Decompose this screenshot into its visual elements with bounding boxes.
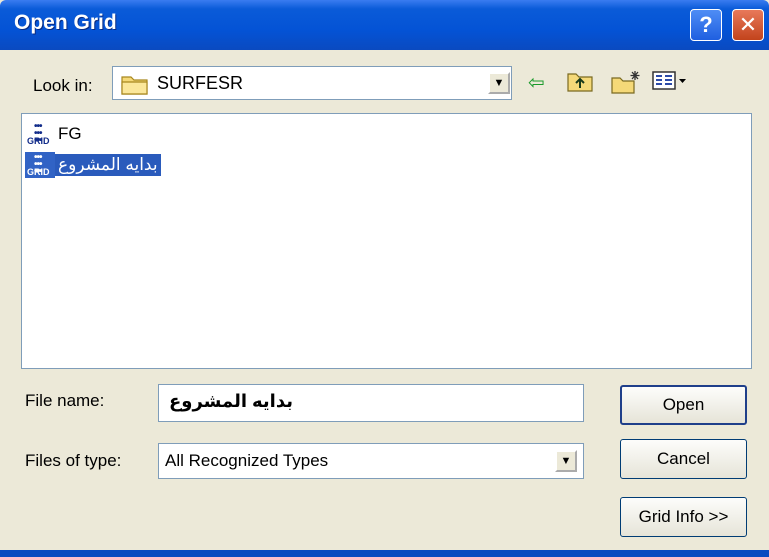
file-type-value: All Recognized Types — [165, 451, 329, 470]
file-name-input[interactable]: بدايه المشروع — [158, 384, 584, 422]
file-name-field-label: File name: — [25, 391, 105, 410]
new-folder-icon[interactable] — [611, 70, 641, 100]
up-folder-icon[interactable] — [567, 70, 593, 98]
dialog-title: Open Grid — [14, 11, 117, 34]
folder-icon — [121, 73, 149, 100]
file-name-label: بدايه المشروع — [55, 154, 161, 176]
file-item-selected[interactable]: ••• ••• ••• GRID بدايه المشروع — [25, 152, 161, 178]
file-list[interactable]: ••• ••• ••• GRID FG ••• ••• ••• GRID بدايه ا… — [21, 113, 752, 369]
help-button[interactable]: ? — [690, 9, 722, 41]
file-type-arrow-icon[interactable]: ▼ — [555, 450, 577, 472]
grid-info-button[interactable]: Grid Info >> — [620, 497, 747, 537]
open-button[interactable]: Open — [620, 385, 747, 425]
file-type-dropdown[interactable]: All Recognized Types ▼ — [158, 443, 584, 479]
grid-file-icon: ••• ••• ••• GRID — [27, 121, 50, 147]
file-item-fg[interactable]: ••• ••• ••• GRID FG — [25, 121, 85, 147]
close-button[interactable]: ✕ — [732, 9, 764, 41]
file-name-label: FG — [58, 124, 82, 143]
look-in-label: Look in: — [33, 76, 93, 95]
grid-file-icon: ••• ••• ••• GRID — [25, 152, 55, 178]
look-in-dropdown[interactable]: SURFESR ▼ — [112, 66, 512, 100]
cancel-button[interactable]: Cancel — [620, 439, 747, 479]
look-in-value: SURFESR — [157, 73, 244, 93]
back-arrow-icon[interactable]: ⇦ — [528, 70, 545, 95]
window-bottom-border — [0, 550, 769, 557]
look-in-arrow-icon[interactable]: ▼ — [488, 72, 510, 94]
title-bar[interactable]: Open Grid ? ✕ — [0, 0, 769, 50]
file-type-field-label: Files of type: — [25, 451, 122, 470]
view-menu-icon[interactable] — [652, 70, 688, 98]
